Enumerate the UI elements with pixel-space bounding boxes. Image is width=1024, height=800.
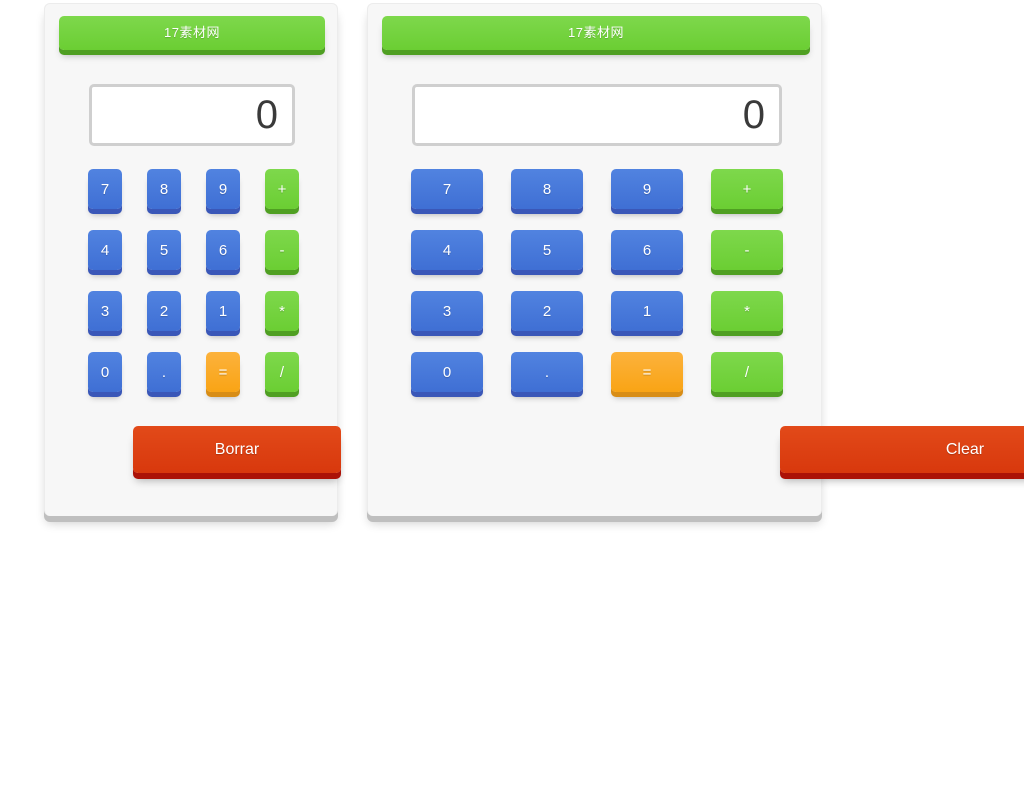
- key-3[interactable]: 3: [88, 291, 122, 331]
- key-multiply[interactable]: *: [711, 291, 783, 331]
- key-5[interactable]: 5: [147, 230, 181, 270]
- key-7[interactable]: 7: [411, 169, 483, 209]
- brand-header-left[interactable]: 17素材网: [59, 16, 325, 50]
- key-divide[interactable]: /: [711, 352, 783, 392]
- display-screen-right[interactable]: 0: [412, 84, 782, 146]
- key-9[interactable]: 9: [611, 169, 683, 209]
- key-equals[interactable]: =: [611, 352, 683, 392]
- key-4[interactable]: 4: [88, 230, 122, 270]
- key-8[interactable]: 8: [511, 169, 583, 209]
- key-4[interactable]: 4: [411, 230, 483, 270]
- key-1[interactable]: 1: [206, 291, 240, 331]
- clear-button-right[interactable]: Clear: [780, 426, 1024, 473]
- key-8[interactable]: 8: [147, 169, 181, 209]
- key-1[interactable]: 1: [611, 291, 683, 331]
- keypad-left: 7 8 9 +4 5 6- 3 2 1 * 0. = /: [88, 169, 299, 392]
- calculator-card-left: 17素材网 0 7 8 9 +4 5 6- 3 2 1 * 0. = / Borrar: [44, 3, 341, 516]
- display-screen-left[interactable]: 0: [89, 84, 295, 146]
- brand-header-right[interactable]: 17素材网: [382, 16, 810, 50]
- key-7[interactable]: 7: [88, 169, 122, 209]
- key-divide[interactable]: /: [265, 352, 299, 392]
- key-0[interactable]: 0: [411, 352, 483, 392]
- key-3[interactable]: 3: [411, 291, 483, 331]
- page-root: 17素材网 0 7 8 9 +4 5 6-3 2 1 * 0. = / Borrar 17素材网 0 …: [0, 0, 1024, 800]
- clear-button-left[interactable]: Borrar: [133, 426, 341, 473]
- key-5[interactable]: 5: [511, 230, 583, 270]
- key-add[interactable]: +: [711, 169, 783, 209]
- key-subtract[interactable]: -: [711, 230, 783, 270]
- key-6[interactable]: 6: [611, 230, 683, 270]
- key-subtract[interactable]: -: [265, 230, 299, 270]
- key-6[interactable]: 6: [206, 230, 240, 270]
- key-equals[interactable]: =: [206, 352, 240, 392]
- key-2[interactable]: 2: [511, 291, 583, 331]
- key-decimal[interactable]: .: [147, 352, 181, 392]
- keypad-right: 7 8 9 +4 5 6- 3 2 1 * 0. = /: [411, 169, 783, 392]
- key-9[interactable]: 9: [206, 169, 240, 209]
- key-multiply[interactable]: *: [265, 291, 299, 331]
- key-2[interactable]: 2: [147, 291, 181, 331]
- key-decimal[interactable]: .: [511, 352, 583, 392]
- calculator-card-right: 17素材网 0 7 8 9 +4 5 6- 3 2 1 * 0. = / Clear: [367, 3, 1024, 516]
- key-add[interactable]: +: [265, 169, 299, 209]
- key-0[interactable]: 0: [88, 352, 122, 392]
